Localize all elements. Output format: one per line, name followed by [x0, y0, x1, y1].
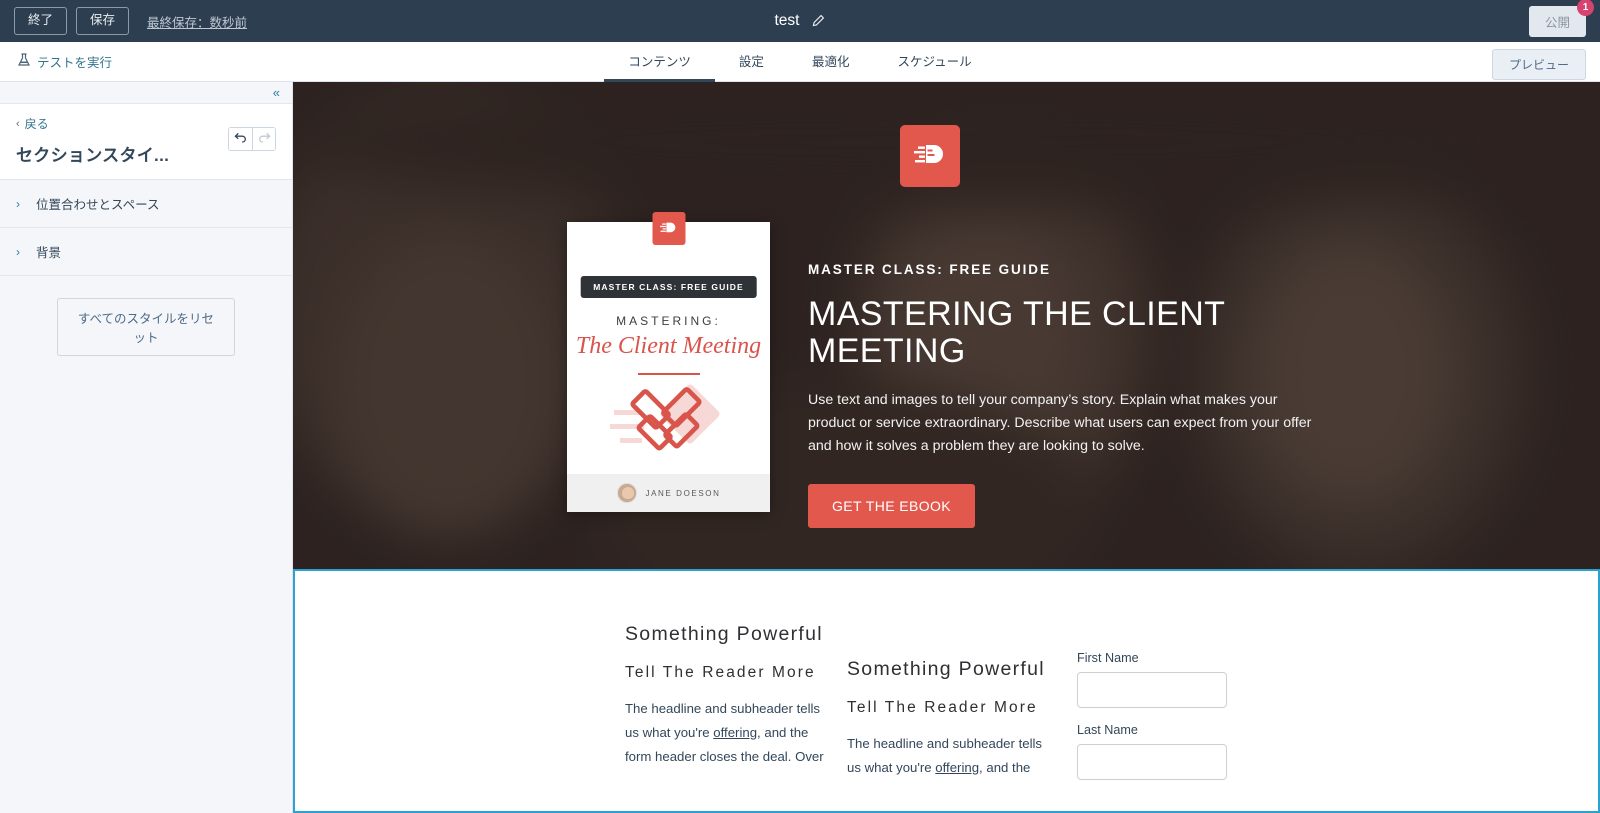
first-name-label: First Name	[1077, 651, 1139, 665]
selected-content-section[interactable]: Something Powerful Tell The Reader More …	[293, 569, 1600, 813]
ebook-divider	[637, 373, 700, 375]
brand-logo-icon	[900, 125, 960, 187]
lower-columns: Something Powerful Tell The Reader More …	[295, 571, 1598, 795]
undo-button[interactable]	[229, 128, 252, 150]
preview-button[interactable]: プレビュー	[1491, 49, 1586, 80]
column-body-text: The headline and subheader tells us what…	[625, 697, 835, 769]
ebook-author-name: JANE DOESON	[645, 488, 721, 498]
sidebar-section-background[interactable]: › 背景	[0, 228, 292, 276]
chevron-right-icon: ›	[16, 196, 20, 211]
sidebar-section-alignment-spacing[interactable]: › 位置合わせとスペース	[0, 180, 292, 228]
tab-settings[interactable]: 設定	[715, 55, 788, 83]
handshake-illustration	[567, 382, 770, 462]
brand-logo-icon	[652, 212, 685, 245]
lead-capture-form[interactable]: First Name Last Name	[1077, 623, 1277, 795]
redo-arrow-icon	[258, 130, 271, 148]
hero-body-text: Use text and images to tell your company…	[808, 391, 1312, 454]
content-column-2[interactable]: Something Powerful Tell The Reader More …	[847, 623, 1047, 795]
author-avatar	[616, 483, 637, 503]
pencil-icon[interactable]	[811, 14, 825, 28]
ebook-author-bar: JANE DOESON	[567, 474, 770, 512]
undo-arrow-icon	[234, 130, 247, 148]
column-heading: Something Powerful	[847, 658, 1045, 680]
first-name-input[interactable]	[1077, 672, 1227, 708]
column-heading: Something Powerful	[625, 623, 823, 645]
reset-all-styles-button[interactable]: すべてのスタイルをリセット	[57, 298, 235, 356]
redo-button[interactable]	[252, 128, 275, 150]
ebook-cover-image[interactable]: MASTER CLASS: FREE GUIDE MASTERING: The …	[567, 212, 770, 512]
save-button[interactable]: 保存	[76, 7, 130, 35]
undo-redo-group	[228, 127, 276, 151]
hero-title: MASTERING THE CLIENT MEETING	[808, 295, 1225, 371]
sidebar-collapse-button[interactable]: «	[0, 82, 292, 104]
top-bar-left-group: 終了 保存 最終保存：数秒前	[0, 7, 247, 35]
nav-bar: テストを実行 コンテンツ 設定 最適化 スケジュール プレビュー	[0, 42, 1600, 82]
last-name-label: Last Name	[1077, 723, 1138, 737]
last-name-input[interactable]	[1077, 744, 1227, 780]
reset-styles-wrapper: すべてのスタイルをリセット	[0, 276, 292, 356]
hero-content: MASTER CLASS: FREE GUIDE MASTERING: The …	[293, 82, 1600, 569]
column-body-text: The headline and subheader tells us what…	[847, 732, 1047, 780]
hero-copy-block: MASTER CLASS: FREE GUIDE MASTERING THE C…	[808, 262, 1328, 528]
top-bar: 終了 保存 最終保存：数秒前 test 公開 1	[0, 0, 1600, 42]
ebook-title-line2: The Client Meeting	[575, 333, 762, 359]
column-subheading: Tell The Reader More	[625, 663, 816, 681]
page-canvas: MASTER CLASS: FREE GUIDE MASTERING: The …	[293, 82, 1600, 813]
nav-tabs: コンテンツ 設定 最適化 スケジュール	[0, 42, 1600, 82]
tab-optimization[interactable]: 最適化	[788, 55, 874, 83]
top-bar-right-group: 公開 1	[1528, 0, 1594, 42]
tab-content[interactable]: コンテンツ	[604, 55, 715, 82]
chevron-left-icon: ‹	[16, 117, 20, 130]
offering-link[interactable]: offering	[935, 760, 979, 775]
exit-button[interactable]: 終了	[14, 7, 68, 35]
sidebar-header: ‹ 戻る セクションスタイ...	[0, 104, 292, 180]
double-chevron-left-icon: «	[272, 85, 280, 100]
ebook-badge: MASTER CLASS: FREE GUIDE	[580, 276, 757, 298]
offering-link[interactable]: offering	[713, 725, 757, 740]
body-text-after: , and the	[979, 760, 1031, 776]
content-column-1[interactable]: Something Powerful Tell The Reader More …	[625, 623, 835, 795]
page-title: test	[774, 12, 800, 29]
last-saved-link[interactable]: 最終保存：数秒前	[147, 12, 247, 31]
ebook-title-line1: MASTERING:	[616, 314, 721, 328]
hero-section[interactable]: MASTER CLASS: FREE GUIDE MASTERING: The …	[293, 82, 1600, 569]
sidebar-back-label: 戻る	[24, 117, 49, 131]
sidebar-section-label: 背景	[36, 246, 62, 260]
style-sidebar: « ‹ 戻る セクションスタイ... › 位置合わせとスペース › 背景 すべて…	[0, 82, 293, 813]
chevron-right-icon: ›	[16, 244, 20, 259]
publish-button-wrapper: 公開 1	[1528, 0, 1594, 37]
sidebar-section-label: 位置合わせとスペース	[36, 198, 160, 212]
tab-schedule[interactable]: スケジュール	[873, 55, 995, 83]
nav-right-group: プレビュー	[1491, 49, 1586, 80]
publish-badge: 1	[1577, 0, 1594, 16]
hero-eyebrow: MASTER CLASS: FREE GUIDE	[808, 262, 1051, 277]
get-the-ebook-button[interactable]: GET THE EBOOK	[808, 483, 976, 528]
column-subheading: Tell The Reader More	[847, 698, 1038, 716]
